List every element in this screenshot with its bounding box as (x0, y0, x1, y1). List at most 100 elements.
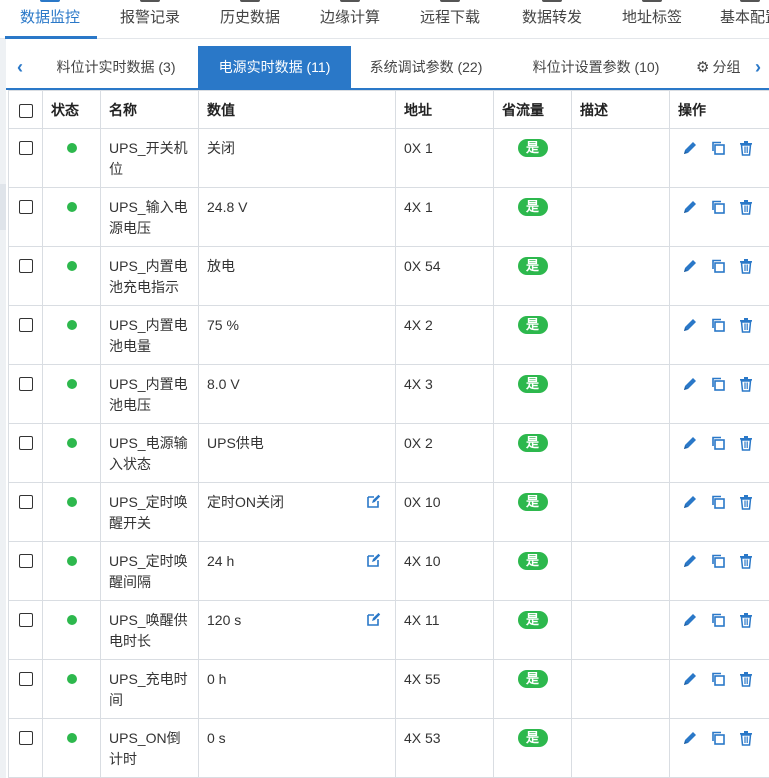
nav-item-basic-config[interactable]: 基本配置 (720, 0, 769, 38)
delete-trash-icon[interactable] (738, 671, 754, 687)
nav-item-remote-download[interactable]: 远程下载 (420, 0, 480, 38)
tab-system-debug[interactable]: 系统调试参数 (22) (351, 46, 501, 88)
copy-icon[interactable] (710, 671, 726, 687)
table-row: UPS_输入电源电压 24.8 V 4X 1 是 (8, 187, 769, 247)
row-checkbox[interactable] (18, 377, 33, 391)
delete-trash-icon[interactable] (738, 376, 754, 392)
row-select-cell[interactable] (8, 364, 43, 424)
copy-icon[interactable] (710, 140, 726, 156)
edit-value-icon[interactable] (367, 553, 381, 567)
table-header-row: 状态 名称 数值 地址 省流量 描述 操作 (8, 90, 769, 129)
edit-pencil-icon[interactable] (682, 140, 698, 156)
edit-pencil-icon[interactable] (682, 553, 698, 569)
edit-pencil-icon[interactable] (682, 494, 698, 510)
tab-scroll-right-icon[interactable]: › (746, 46, 769, 88)
monitor-icon (40, 0, 60, 2)
table-row: UPS_ON倒计时 0 s 4X 53 是 (8, 718, 769, 778)
name-cell: UPS_内置电池充电指示 (100, 246, 199, 306)
tab-level-meter-realtime[interactable]: 料位计实时数据 (3) (36, 46, 196, 88)
edit-pencil-icon[interactable] (682, 376, 698, 392)
row-checkbox[interactable] (18, 200, 33, 214)
alarm-icon (140, 0, 160, 2)
row-checkbox[interactable] (18, 672, 33, 686)
edit-pencil-icon[interactable] (682, 435, 698, 451)
save-flow-cell: 是 (493, 305, 572, 365)
copy-icon[interactable] (710, 435, 726, 451)
name-cell: UPS_内置电池电压 (100, 364, 199, 424)
gear-icon: ⚙ (696, 59, 710, 76)
copy-icon[interactable] (710, 199, 726, 215)
address-cell: 4X 53 (395, 718, 494, 778)
save-flow-badge: 是 (517, 316, 548, 334)
row-checkbox[interactable] (18, 259, 33, 273)
edit-pencil-icon[interactable] (682, 199, 698, 215)
nav-item-data-forward[interactable]: 数据转发 (522, 0, 582, 38)
row-checkbox[interactable] (18, 731, 33, 745)
row-select-cell[interactable] (8, 128, 43, 188)
copy-icon[interactable] (710, 553, 726, 569)
nav-item-alarm-records[interactable]: 报警记录 (120, 0, 180, 38)
tab-group[interactable]: ⚙ 分组 (696, 46, 748, 88)
row-checkbox[interactable] (18, 613, 33, 627)
row-select-cell[interactable] (8, 423, 43, 483)
row-select-cell[interactable] (8, 659, 43, 719)
copy-icon[interactable] (710, 317, 726, 333)
tab-power-realtime[interactable]: 电源实时数据 (11) (198, 46, 351, 88)
copy-icon[interactable] (710, 494, 726, 510)
row-select-cell[interactable] (8, 482, 43, 542)
delete-trash-icon[interactable] (738, 435, 754, 451)
delete-trash-icon[interactable] (738, 730, 754, 746)
tab-level-meter-settings[interactable]: 料位计设置参数 (10) (511, 46, 681, 88)
row-select-cell[interactable] (8, 246, 43, 306)
save-flow-cell: 是 (493, 246, 572, 306)
value-cell: 24 h (198, 541, 396, 601)
select-all-checkbox[interactable] (18, 103, 33, 118)
description-cell (571, 364, 670, 424)
copy-icon[interactable] (710, 258, 726, 274)
delete-trash-icon[interactable] (738, 553, 754, 569)
delete-trash-icon[interactable] (738, 140, 754, 156)
edit-pencil-icon[interactable] (682, 612, 698, 628)
name-cell: UPS_充电时间 (100, 659, 199, 719)
row-checkbox[interactable] (18, 495, 33, 509)
delete-trash-icon[interactable] (738, 258, 754, 274)
status-cell (42, 305, 101, 365)
delete-trash-icon[interactable] (738, 612, 754, 628)
value-cell: 24.8 V (198, 187, 396, 247)
name-cell: UPS_ON倒计时 (100, 718, 199, 778)
edit-pencil-icon[interactable] (682, 258, 698, 274)
nav-item-history[interactable]: 历史数据 (220, 0, 280, 38)
header-status: 状态 (42, 90, 101, 129)
tab-scroll-left-icon[interactable]: ‹ (8, 46, 32, 88)
edit-value-icon[interactable] (367, 612, 381, 626)
description-cell (571, 600, 670, 660)
row-checkbox[interactable] (18, 141, 33, 155)
description-cell (571, 187, 670, 247)
nav-item-edge-compute[interactable]: 边缘计算 (320, 0, 380, 38)
edit-value-icon[interactable] (367, 494, 381, 508)
delete-trash-icon[interactable] (738, 494, 754, 510)
edit-pencil-icon[interactable] (682, 671, 698, 687)
copy-icon[interactable] (710, 612, 726, 628)
delete-trash-icon[interactable] (738, 199, 754, 215)
row-select-cell[interactable] (8, 305, 43, 365)
edit-pencil-icon[interactable] (682, 317, 698, 333)
row-checkbox[interactable] (18, 554, 33, 568)
header-select-all[interactable] (8, 90, 43, 129)
nav-item-data-monitor[interactable]: 数据监控 (20, 0, 80, 38)
copy-icon[interactable] (710, 376, 726, 392)
edit-pencil-icon[interactable] (682, 730, 698, 746)
row-checkbox[interactable] (18, 318, 33, 332)
row-select-cell[interactable] (8, 541, 43, 601)
header-name: 名称 (100, 90, 199, 129)
description-cell (571, 482, 670, 542)
row-select-cell[interactable] (8, 718, 43, 778)
row-select-cell[interactable] (8, 187, 43, 247)
row-select-cell[interactable] (8, 600, 43, 660)
delete-trash-icon[interactable] (738, 317, 754, 333)
nav-item-address-tags[interactable]: 地址标签 (622, 0, 682, 38)
save-flow-badge: 是 (517, 434, 548, 452)
copy-icon[interactable] (710, 730, 726, 746)
status-online-icon (66, 320, 77, 330)
row-checkbox[interactable] (18, 436, 33, 450)
